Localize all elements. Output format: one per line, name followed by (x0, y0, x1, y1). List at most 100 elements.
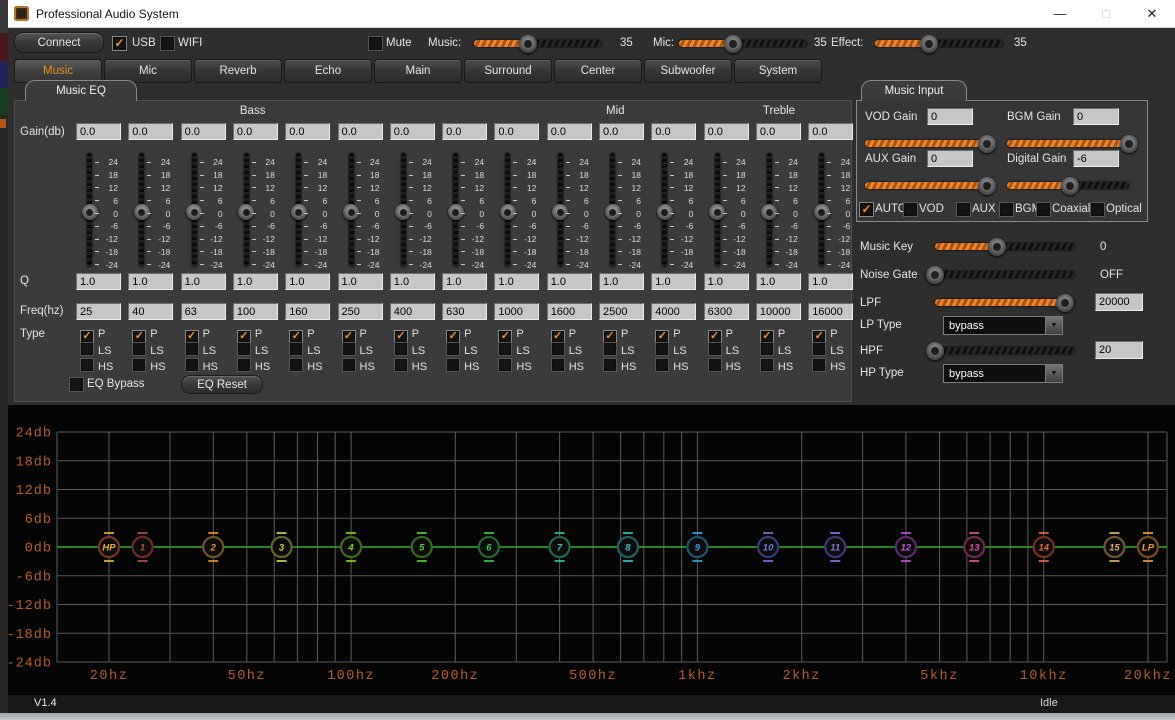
q-input[interactable] (756, 273, 801, 290)
gain-input[interactable] (808, 123, 853, 140)
optical-checkbox[interactable] (1090, 202, 1105, 217)
freq-input[interactable] (599, 303, 644, 320)
type-ls-checkbox[interactable] (185, 342, 199, 356)
vod-gain-input[interactable] (927, 108, 973, 125)
freq-input[interactable] (651, 303, 696, 320)
slider-knob[interactable] (988, 238, 1006, 256)
eq-node-5[interactable]: 5 (412, 533, 432, 561)
type-hs-checkbox[interactable] (237, 358, 251, 372)
freq-input[interactable] (808, 303, 853, 320)
type-hs-checkbox[interactable] (498, 358, 512, 372)
eq-node-4[interactable]: 4 (341, 533, 361, 561)
bgm-gain-input[interactable] (1073, 108, 1119, 125)
hpf-input[interactable] (1095, 341, 1143, 359)
type-hs-checkbox[interactable] (289, 358, 303, 372)
gain-fader[interactable] (139, 153, 144, 267)
q-input[interactable] (494, 273, 539, 290)
gain-input[interactable] (704, 123, 749, 140)
q-input[interactable] (181, 273, 226, 290)
type-hs-checkbox[interactable] (342, 358, 356, 372)
gain-fader[interactable] (558, 153, 563, 267)
maximize-button[interactable]: □ (1083, 1, 1129, 27)
gain-fader[interactable] (453, 153, 458, 267)
lpf-input[interactable] (1095, 293, 1143, 311)
eq-reset-button[interactable]: EQ Reset (181, 375, 263, 394)
gain-fader[interactable] (819, 153, 824, 267)
gain-input[interactable] (338, 123, 383, 140)
freq-input[interactable] (128, 303, 173, 320)
eq-node-2[interactable]: 2 (203, 533, 223, 561)
tab-surround[interactable]: Surround (464, 59, 552, 83)
tab-echo[interactable]: Echo (284, 59, 372, 83)
tab-reverb[interactable]: Reverb (194, 59, 282, 83)
freq-input[interactable] (338, 303, 383, 320)
slider-knob[interactable] (1120, 135, 1138, 153)
hp-type-dropdown[interactable]: bypass ▼ (943, 364, 1063, 383)
q-input[interactable] (390, 273, 435, 290)
q-input[interactable] (76, 273, 121, 290)
gain-fader[interactable] (87, 153, 92, 267)
type-ls-checkbox[interactable] (498, 342, 512, 356)
close-button[interactable]: ✕ (1129, 1, 1175, 27)
type-ls-checkbox[interactable] (80, 342, 94, 356)
gain-input[interactable] (285, 123, 330, 140)
freq-input[interactable] (181, 303, 226, 320)
type-hs-checkbox[interactable] (760, 358, 774, 372)
freq-input[interactable] (390, 303, 435, 320)
tab-subwoofer[interactable]: Subwoofer (644, 59, 732, 83)
gain-fader[interactable] (244, 153, 249, 267)
aux-checkbox[interactable] (956, 202, 971, 217)
q-input[interactable] (285, 273, 330, 290)
usb-checkbox[interactable]: ✓ (112, 36, 127, 51)
type-ls-checkbox[interactable] (289, 342, 303, 356)
gain-input[interactable] (599, 123, 644, 140)
gain-input[interactable] (76, 123, 121, 140)
type-ls-checkbox[interactable] (132, 342, 146, 356)
freq-input[interactable] (442, 303, 487, 320)
tab-main[interactable]: Main (374, 59, 462, 83)
slider-knob[interactable] (978, 135, 996, 153)
type-hs-checkbox[interactable] (394, 358, 408, 372)
q-input[interactable] (599, 273, 644, 290)
lp-type-dropdown[interactable]: bypass ▼ (943, 316, 1063, 335)
eq-node-9[interactable]: 9 (687, 533, 707, 561)
type-ls-checkbox[interactable] (551, 342, 565, 356)
tab-center[interactable]: Center (554, 59, 642, 83)
minimize-button[interactable]: — (1037, 1, 1083, 27)
q-input[interactable] (808, 273, 853, 290)
digital-gain-input[interactable] (1073, 150, 1119, 167)
eq-node-11[interactable]: 11 (825, 533, 845, 561)
bgm-gain-slider[interactable] (1007, 140, 1129, 147)
effect-volume-slider[interactable] (875, 40, 1003, 47)
gain-input[interactable] (181, 123, 226, 140)
freq-input[interactable] (233, 303, 278, 320)
gain-fader[interactable] (610, 153, 615, 267)
mic-volume-slider[interactable] (679, 40, 807, 47)
q-input[interactable] (547, 273, 592, 290)
eq-node-12[interactable]: 12 (896, 533, 916, 561)
auto-checkbox[interactable]: ✓ (859, 202, 874, 217)
gain-fader[interactable] (401, 153, 406, 267)
mute-checkbox[interactable] (368, 36, 383, 51)
music-eq-tab[interactable]: Music EQ (25, 80, 137, 101)
q-input[interactable] (128, 273, 173, 290)
slider-knob[interactable] (920, 35, 938, 53)
hpf-slider[interactable] (935, 347, 1075, 354)
slider-knob[interactable] (978, 177, 996, 195)
eq-node-LP[interactable]: LP (1138, 533, 1158, 561)
slider-knob[interactable] (1061, 177, 1079, 195)
type-ls-checkbox[interactable] (603, 342, 617, 356)
type-ls-checkbox[interactable] (394, 342, 408, 356)
gain-input[interactable] (494, 123, 539, 140)
eq-node-7[interactable]: 7 (550, 533, 570, 561)
wifi-checkbox[interactable] (160, 36, 175, 51)
slider-knob[interactable] (1056, 294, 1074, 312)
gain-input[interactable] (128, 123, 173, 140)
freq-input[interactable] (547, 303, 592, 320)
slider-knob[interactable] (926, 342, 944, 360)
type-ls-checkbox[interactable] (812, 342, 826, 356)
freq-input[interactable] (704, 303, 749, 320)
gain-fader[interactable] (662, 153, 667, 267)
type-hs-checkbox[interactable] (708, 358, 722, 372)
gain-fader[interactable] (505, 153, 510, 267)
